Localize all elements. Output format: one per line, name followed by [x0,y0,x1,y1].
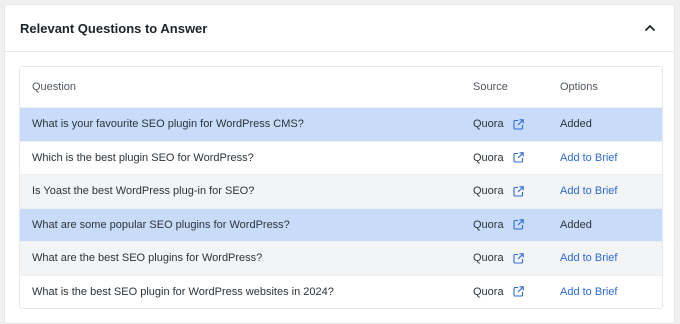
external-link-icon[interactable] [513,219,524,230]
external-link-icon[interactable] [513,253,524,264]
chevron-up-icon[interactable] [643,21,657,35]
table-row: What are the best SEO plugins for WordPr… [20,241,662,275]
source-label: Quora [473,218,504,231]
column-header-question: Question [32,81,77,93]
table-row: Which is the best plugin SEO for WordPre… [20,140,662,175]
table-row: What are some popular SEO plugins for Wo… [20,207,662,241]
source-label: Quora [473,285,504,298]
table-row: What is your favourite SEO plugin for Wo… [20,107,662,141]
table-row: Is Yoast the best WordPress plug-in for … [20,174,662,208]
source-label: Quora [473,118,504,131]
questions-table: Question Source Options What is your fav… [19,66,663,309]
added-status: Added [560,118,592,131]
external-link-icon[interactable] [513,186,524,197]
question-text: What is the best SEO plugin for WordPres… [32,285,334,298]
add-to-brief-link[interactable]: Add to Brief [560,152,617,164]
column-header-source: Source [473,81,508,93]
question-text: What are some popular SEO plugins for Wo… [32,218,290,231]
add-to-brief-link[interactable]: Add to Brief [560,185,617,197]
external-link-icon[interactable] [513,152,524,163]
add-to-brief-link[interactable]: Add to Brief [560,252,617,264]
table-row: What is the best SEO plugin for WordPres… [20,274,662,309]
question-text: What is your favourite SEO plugin for Wo… [32,118,304,131]
table-header-row: Question Source Options [20,67,662,107]
source-label: Quora [473,151,504,164]
relevant-questions-panel: Relevant Questions to Answer Question So… [4,4,675,324]
source-label: Quora [473,252,504,265]
external-link-icon[interactable] [513,286,524,297]
external-link-icon[interactable] [513,119,524,130]
question-text: What are the best SEO plugins for WordPr… [32,252,263,265]
add-to-brief-link[interactable]: Add to Brief [560,286,617,298]
panel-title: Relevant Questions to Answer [20,20,208,36]
question-text: Which is the best plugin SEO for WordPre… [32,151,254,164]
question-text: Is Yoast the best WordPress plug-in for … [32,185,255,198]
source-label: Quora [473,185,504,198]
panel-header[interactable]: Relevant Questions to Answer [5,5,674,52]
column-header-options: Options [560,81,598,93]
added-status: Added [560,218,592,231]
